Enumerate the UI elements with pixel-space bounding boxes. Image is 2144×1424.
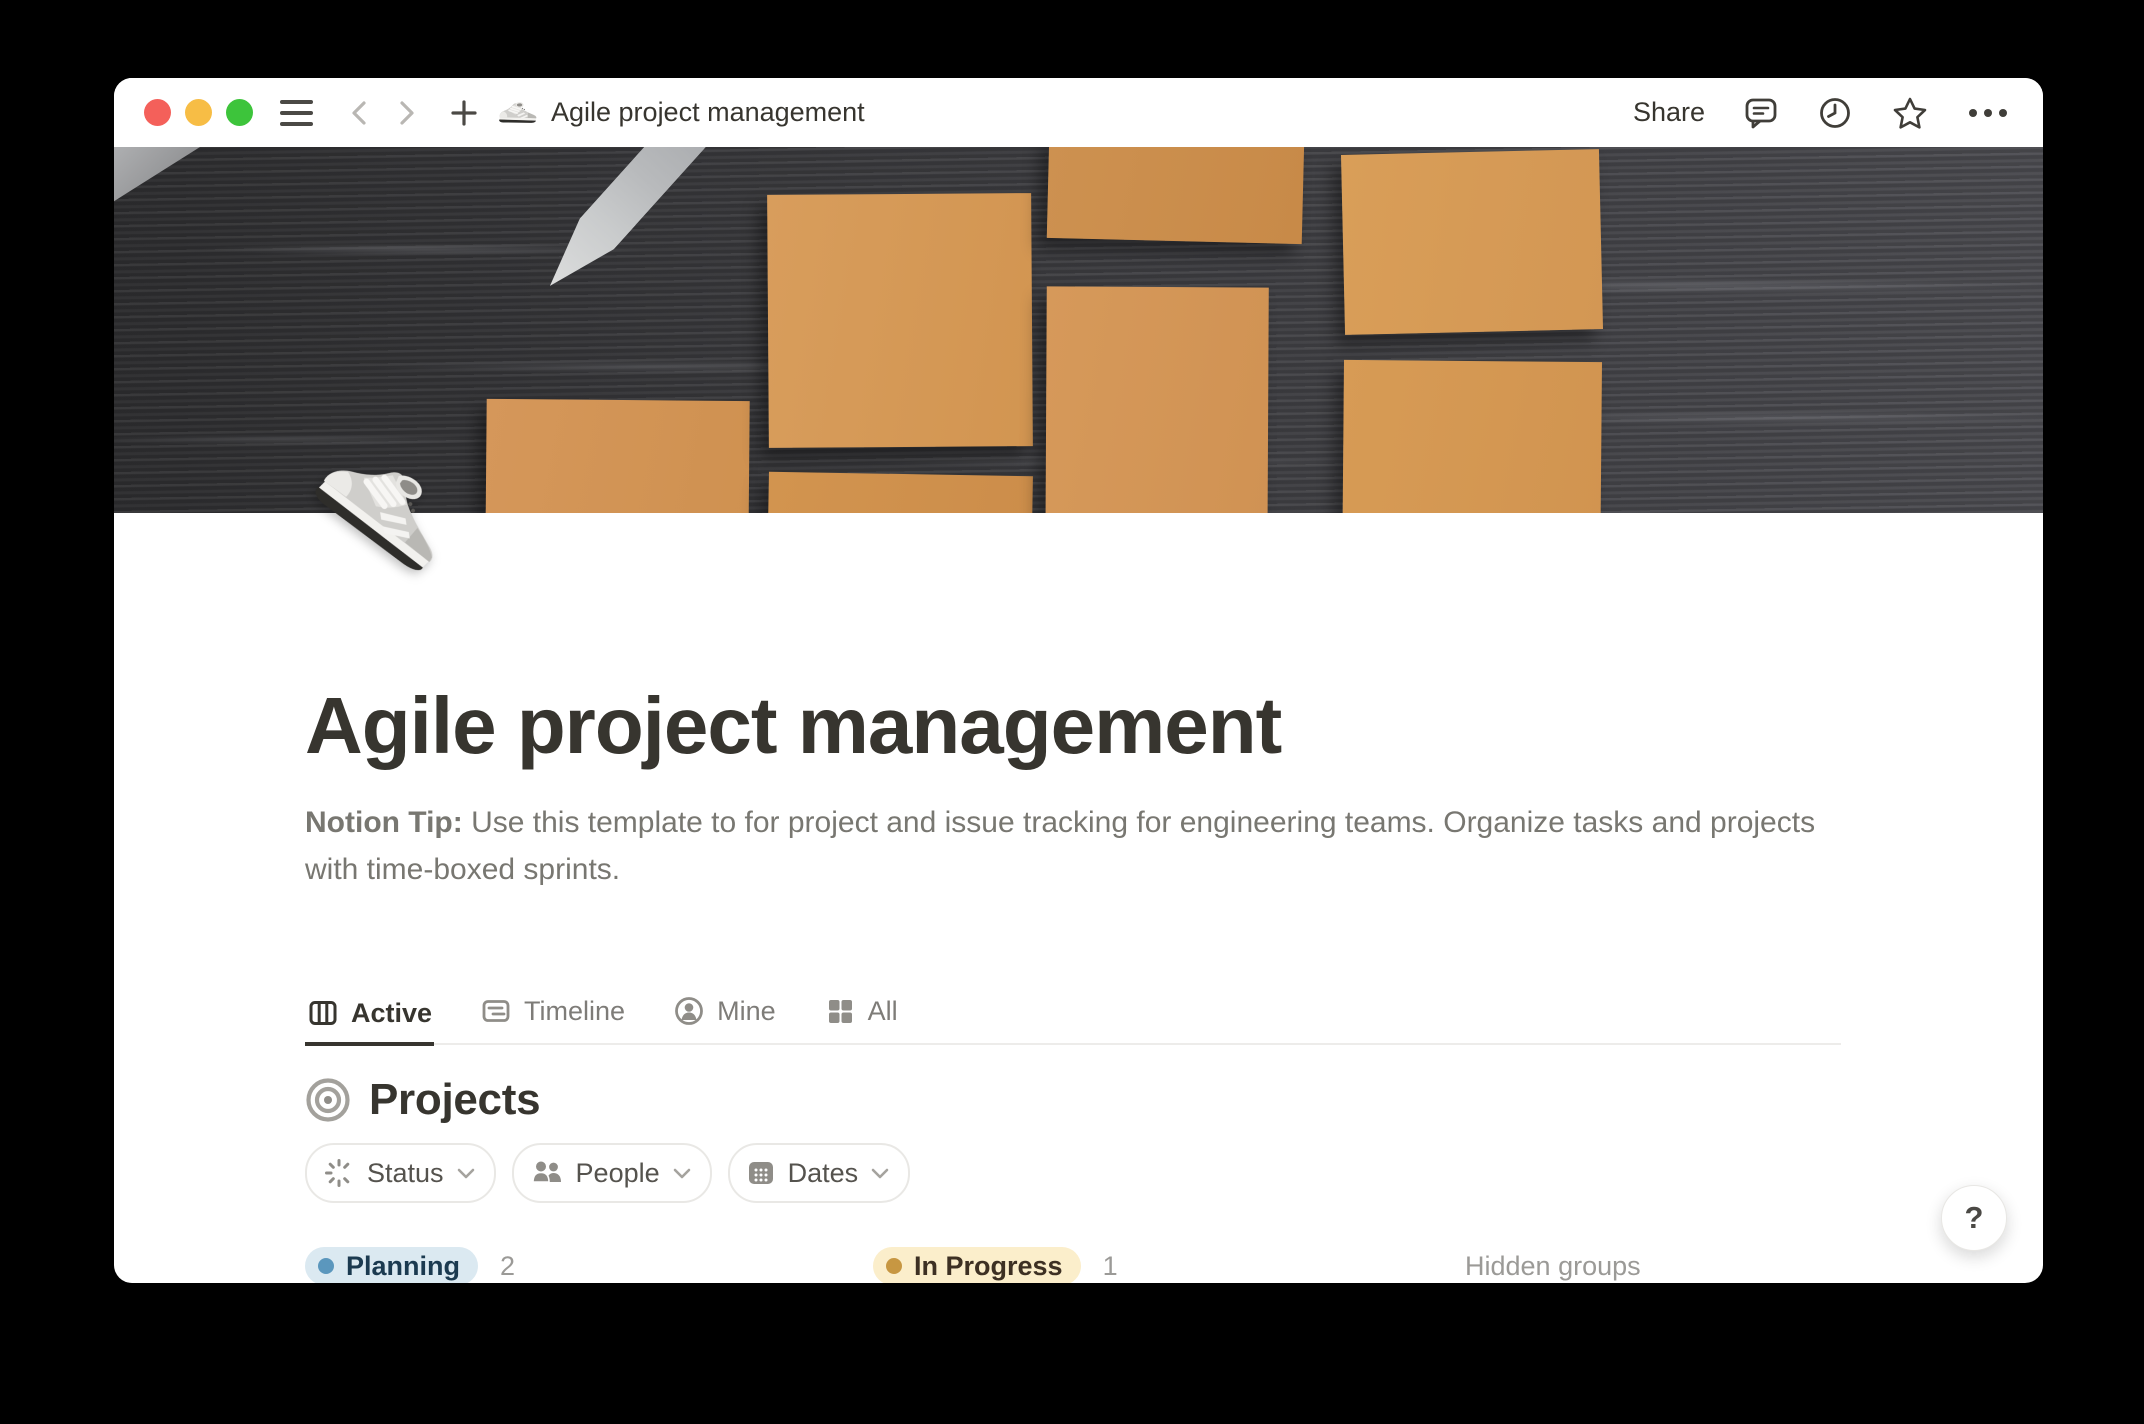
group-in-progress-count: 1: [1103, 1251, 1118, 1282]
projects-heading: Projects: [305, 1075, 1841, 1125]
filter-dates[interactable]: Dates: [728, 1143, 911, 1203]
cover-pen: [533, 147, 781, 301]
group-planning-count: 2: [500, 1251, 515, 1282]
hidden-groups: Hidden groups: [1465, 1251, 1641, 1282]
tab-timeline[interactable]: Timeline: [478, 995, 627, 1043]
target-bullseye-icon: [305, 1077, 351, 1123]
sidebar-menu-icon[interactable]: [280, 100, 313, 126]
toolbar-actions: Share: [1633, 95, 2009, 131]
close-window-button[interactable]: [144, 99, 171, 126]
notion-tip: Notion Tip: Use this template to for pro…: [305, 799, 1841, 893]
group-in-progress: In Progress 1: [873, 1247, 1465, 1283]
board-columns-icon: [307, 997, 339, 1029]
status-burst-icon: [323, 1157, 355, 1189]
status-dot-yellow: [886, 1258, 902, 1274]
cover-object-corner: [114, 147, 200, 205]
filter-people[interactable]: People: [512, 1143, 712, 1203]
sticky-note: [1341, 149, 1603, 335]
status-dot-blue: [318, 1258, 334, 1274]
sticky-note: [767, 472, 1033, 513]
forward-icon[interactable]: [395, 97, 419, 129]
help-button[interactable]: ?: [1941, 1185, 2007, 1251]
notion-tip-label: Notion Tip:: [305, 806, 463, 839]
more-ellipsis-icon[interactable]: [1967, 107, 2009, 119]
sticky-note: [767, 193, 1033, 448]
page-content: Agile project management Notion Tip: Use…: [114, 679, 2043, 1283]
zoom-window-button[interactable]: [226, 99, 253, 126]
calendar-icon: [746, 1158, 776, 1188]
timeline-icon: [480, 995, 512, 1027]
chevron-down-icon: [672, 1166, 692, 1180]
sticky-note: [1045, 286, 1269, 513]
tab-mine[interactable]: Mine: [671, 995, 778, 1043]
group-in-progress-pill[interactable]: In Progress: [873, 1247, 1081, 1283]
comments-icon[interactable]: [1743, 95, 1779, 131]
tab-all[interactable]: All: [822, 995, 900, 1043]
grid-squares-icon: [824, 995, 856, 1027]
chevron-down-icon: [870, 1166, 890, 1180]
filter-status[interactable]: Status: [305, 1143, 496, 1203]
filter-chips: Status People Dates: [305, 1143, 1841, 1203]
group-planning-pill[interactable]: Planning: [305, 1247, 478, 1283]
sticky-note: [1342, 360, 1602, 513]
people-icon: [530, 1158, 564, 1188]
sticky-note: [1047, 147, 1304, 244]
toolbar-page-title: Agile project management: [551, 97, 865, 128]
sticky-note: [485, 399, 749, 513]
view-tabs: Active Timeline Mine All: [305, 995, 1841, 1045]
page-cover-image: [114, 147, 2043, 513]
updates-clock-icon[interactable]: [1817, 95, 1853, 131]
notion-window: Agile project management Share: [114, 78, 2043, 1283]
projects-title[interactable]: Projects: [369, 1075, 540, 1125]
person-circle-icon: [673, 995, 705, 1027]
notion-tip-text: Use this template to for project and iss…: [305, 806, 1815, 886]
board-group-headers: Planning 2 In Progress 1 Hidden groups: [305, 1247, 1841, 1283]
page-title[interactable]: Agile project management: [305, 679, 1841, 773]
minimize-window-button[interactable]: [185, 99, 212, 126]
hidden-groups-button[interactable]: Hidden groups: [1465, 1251, 1641, 1282]
page-icon-shoe-small: [497, 100, 539, 126]
new-tab-icon[interactable]: [449, 98, 479, 128]
group-planning: Planning 2: [305, 1247, 873, 1283]
traffic-lights: [144, 99, 253, 126]
back-icon[interactable]: [347, 97, 371, 129]
favorite-star-icon[interactable]: [1891, 95, 1929, 131]
tab-active[interactable]: Active: [305, 997, 434, 1046]
window-toolbar: Agile project management Share: [114, 78, 2043, 147]
share-button[interactable]: Share: [1633, 97, 1705, 128]
chevron-down-icon: [456, 1166, 476, 1180]
